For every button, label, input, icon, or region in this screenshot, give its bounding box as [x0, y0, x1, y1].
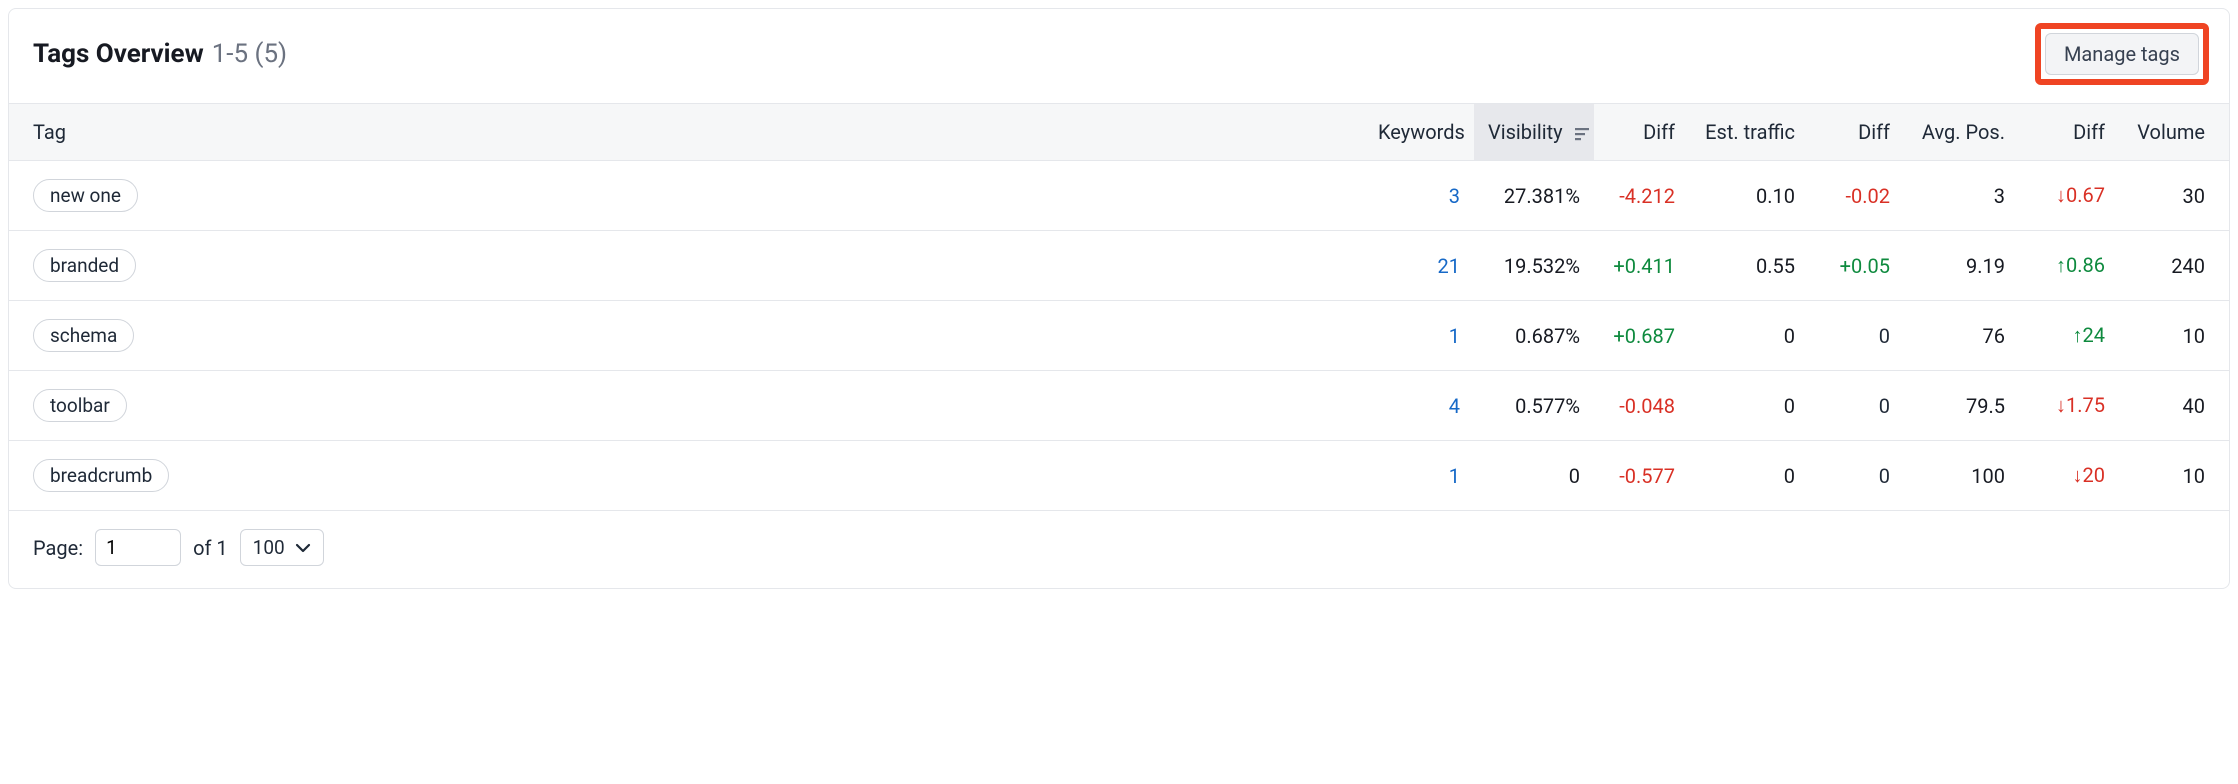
cell-visibility: 27.381% [1474, 161, 1594, 231]
tags-overview-panel: Tags Overview 1-5 (5) Manage tags Tag Ke… [8, 8, 2230, 589]
cell-avg-pos: 100 [1904, 441, 2019, 511]
keywords-link[interactable]: 21 [1438, 254, 1460, 278]
cell-volume: 10 [2119, 441, 2229, 511]
cell-diff-visibility: +0.687 [1594, 301, 1689, 371]
table-row: branded 21 19.532%+0.4110.55+0.059.19↑0.86… [9, 231, 2229, 301]
chevron-down-icon [295, 543, 311, 553]
col-header-volume[interactable]: Volume [2119, 104, 2229, 161]
arrow-up-icon: ↑ [2073, 323, 2083, 347]
cell-diff-traffic: -0.02 [1809, 161, 1904, 231]
cell-visibility: 0.577% [1474, 371, 1594, 441]
title-text: Tags Overview [33, 39, 204, 69]
tags-table: Tag Keywords Visibility Diff Est. traffi… [9, 103, 2229, 511]
cell-diff-pos: ↓1.75 [2019, 371, 2119, 441]
col-header-visibility-label: Visibility [1488, 120, 1563, 144]
cell-keywords: 4 [1364, 371, 1474, 441]
highlight-annotation: Manage tags [2035, 23, 2209, 85]
page-number-input[interactable] [95, 529, 181, 566]
cell-est-traffic: 0 [1689, 441, 1809, 511]
cell-diff-pos: ↓20 [2019, 441, 2119, 511]
title-count: 1-5 (5) [212, 39, 287, 69]
cell-est-traffic: 0.55 [1689, 231, 1809, 301]
cell-diff-visibility: -0.577 [1594, 441, 1689, 511]
cell-avg-pos: 3 [1904, 161, 2019, 231]
col-header-keywords[interactable]: Keywords [1364, 104, 1474, 161]
tag-chip[interactable]: schema [33, 319, 134, 352]
keywords-link[interactable]: 1 [1449, 324, 1460, 348]
cell-visibility: 0 [1474, 441, 1594, 511]
cell-tag: breadcrumb [9, 441, 1364, 511]
arrow-down-icon: ↓ [2056, 393, 2066, 417]
panel-title: Tags Overview 1-5 (5) [33, 39, 287, 69]
cell-diff-traffic: 0 [1809, 441, 1904, 511]
cell-volume: 240 [2119, 231, 2229, 301]
cell-tag: branded [9, 231, 1364, 301]
cell-tag: new one [9, 161, 1364, 231]
table-row: schema10.687%+0.6870076↑2410 [9, 301, 2229, 371]
tag-chip[interactable]: branded [33, 249, 136, 282]
cell-diff-traffic: 0 [1809, 371, 1904, 441]
col-header-diff-pos[interactable]: Diff [2019, 104, 2119, 161]
keywords-link[interactable]: 4 [1449, 394, 1460, 418]
panel-header: Tags Overview 1-5 (5) Manage tags [9, 9, 2229, 103]
cell-diff-traffic: +0.05 [1809, 231, 1904, 301]
tag-chip[interactable]: breadcrumb [33, 459, 169, 492]
cell-diff-visibility: -0.048 [1594, 371, 1689, 441]
cell-visibility: 19.532% [1474, 231, 1594, 301]
cell-diff-visibility: -4.212 [1594, 161, 1689, 231]
cell-volume: 40 [2119, 371, 2229, 441]
cell-keywords: 1 [1364, 441, 1474, 511]
col-header-est-traffic[interactable]: Est. traffic [1689, 104, 1809, 161]
col-header-visibility[interactable]: Visibility [1474, 104, 1594, 161]
cell-tag: toolbar [9, 371, 1364, 441]
sort-desc-icon [1574, 127, 1590, 141]
pagination-footer: Page: of 1 100 [9, 511, 2229, 588]
cell-visibility: 0.687% [1474, 301, 1594, 371]
cell-volume: 30 [2119, 161, 2229, 231]
cell-diff-pos: ↑24 [2019, 301, 2119, 371]
cell-diff-pos: ↓0.67 [2019, 161, 2119, 231]
keywords-link[interactable]: 3 [1449, 184, 1460, 208]
cell-diff-visibility: +0.411 [1594, 231, 1689, 301]
cell-tag: schema [9, 301, 1364, 371]
table-row: breadcrumb10-0.57700100↓2010 [9, 441, 2229, 511]
col-header-diff-visibility[interactable]: Diff [1594, 104, 1689, 161]
col-header-avg-pos[interactable]: Avg. Pos. [1904, 104, 2019, 161]
arrow-up-icon: ↑ [2056, 253, 2066, 277]
tag-chip[interactable]: new one [33, 179, 138, 212]
cell-est-traffic: 0.10 [1689, 161, 1809, 231]
cell-avg-pos: 76 [1904, 301, 2019, 371]
tag-chip[interactable]: toolbar [33, 389, 127, 422]
col-header-diff-traffic[interactable]: Diff [1809, 104, 1904, 161]
page-size-select[interactable]: 100 [240, 529, 324, 566]
cell-diff-pos: ↑0.86 [2019, 231, 2119, 301]
arrow-down-icon: ↓ [2073, 463, 2083, 487]
manage-tags-button[interactable]: Manage tags [2045, 33, 2199, 75]
cell-avg-pos: 79.5 [1904, 371, 2019, 441]
cell-keywords: 3 [1364, 161, 1474, 231]
cell-avg-pos: 9.19 [1904, 231, 2019, 301]
keywords-link[interactable]: 1 [1449, 464, 1460, 488]
cell-est-traffic: 0 [1689, 371, 1809, 441]
table-row: new one327.381%-4.2120.10-0.023↓0.6730 [9, 161, 2229, 231]
page-label: Page: [33, 536, 83, 560]
page-size-value: 100 [253, 536, 285, 559]
page-total-label: of 1 [193, 536, 228, 560]
col-header-tag[interactable]: Tag [9, 104, 1364, 161]
cell-keywords: 1 [1364, 301, 1474, 371]
cell-est-traffic: 0 [1689, 301, 1809, 371]
cell-keywords: 21 [1364, 231, 1474, 301]
cell-diff-traffic: 0 [1809, 301, 1904, 371]
table-row: toolbar40.577%-0.0480079.5↓1.7540 [9, 371, 2229, 441]
cell-volume: 10 [2119, 301, 2229, 371]
arrow-down-icon: ↓ [2056, 183, 2066, 207]
